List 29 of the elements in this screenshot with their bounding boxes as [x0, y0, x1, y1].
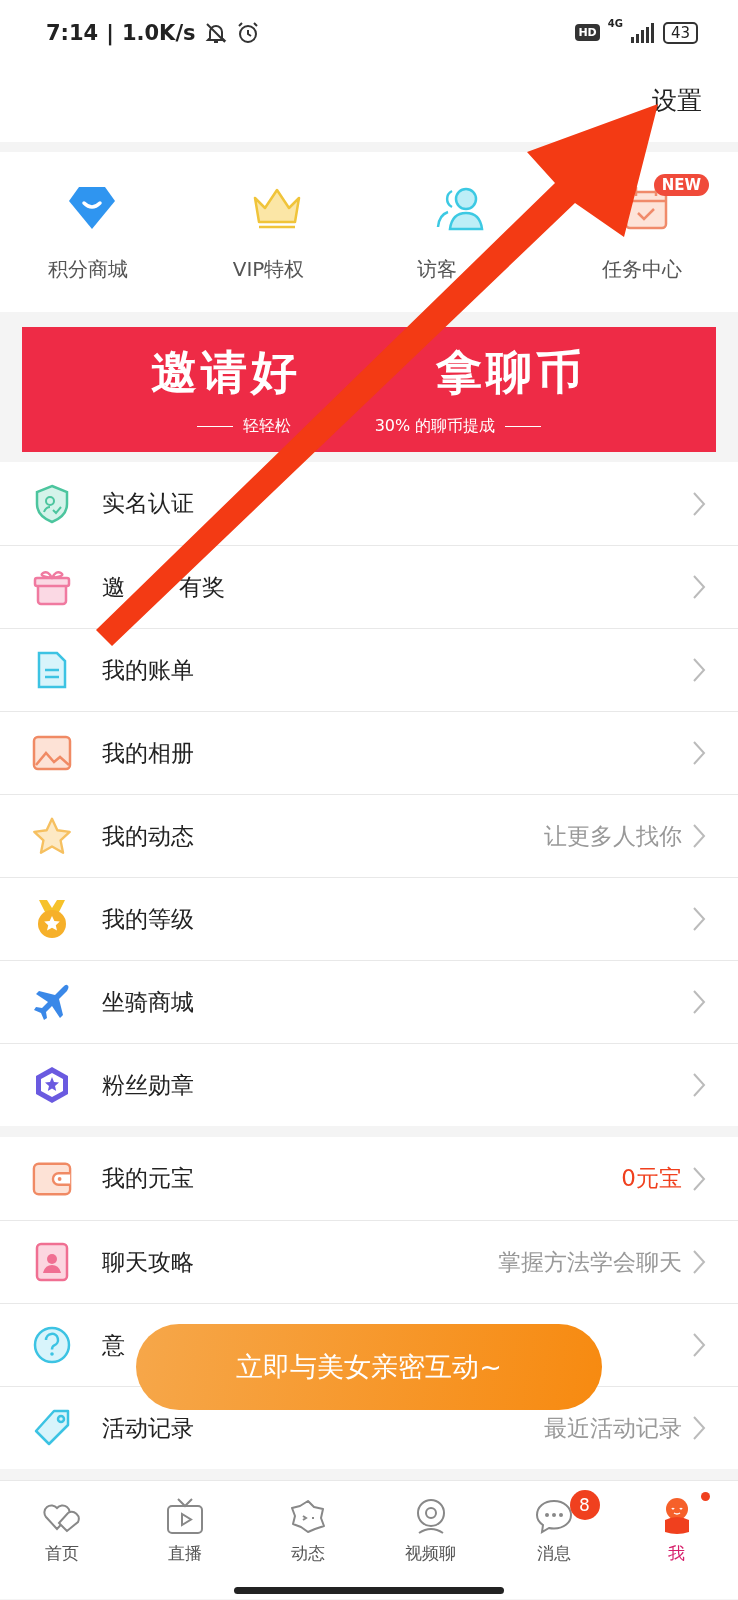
menu-label: 意 [102, 1330, 125, 1360]
banner-subtitle: 30% 的聊币提成 [374, 416, 496, 437]
menu-label: 我的相册 [102, 738, 194, 768]
menu-label: 坐骑商城 [102, 987, 194, 1017]
battery-level: 43 [662, 21, 698, 44]
new-badge: NEW [653, 173, 710, 196]
menu-label: 我的动态 [102, 821, 194, 851]
network-speed: 1.0K/s [121, 20, 196, 45]
menu-label: 我的等级 [102, 904, 194, 934]
unread-count: 8 [569, 1489, 600, 1520]
menu-label: 我的元宝 [102, 1164, 194, 1193]
menu-label: 有奖 [179, 572, 225, 602]
menu-hint: 让更多人找你 [544, 821, 682, 851]
network-type: 4G [607, 18, 623, 29]
menu-label: 聊天攻略 [102, 1247, 194, 1277]
menu-label: 邀 [102, 572, 125, 602]
banner-subtitle: 轻轻松 [242, 416, 291, 437]
menu-hint: 掌握方法学会聊天 [498, 1247, 682, 1277]
banner-title: 邀请好 [150, 344, 301, 401]
hd-indicator: HD [575, 24, 600, 41]
clock-time: 7:14 [46, 20, 99, 45]
menu-label: 我的账单 [102, 655, 194, 685]
menu-hint: 0元宝 [621, 1164, 682, 1193]
menu-hint: 最近活动记录 [544, 1413, 682, 1443]
menu-label: 实名认证 [102, 489, 194, 518]
menu-label: 粉丝勋章 [102, 1070, 194, 1100]
menu-label: 活动记录 [102, 1413, 194, 1443]
banner-title: 拿聊币 [435, 344, 586, 401]
status-separator: | [106, 20, 114, 45]
